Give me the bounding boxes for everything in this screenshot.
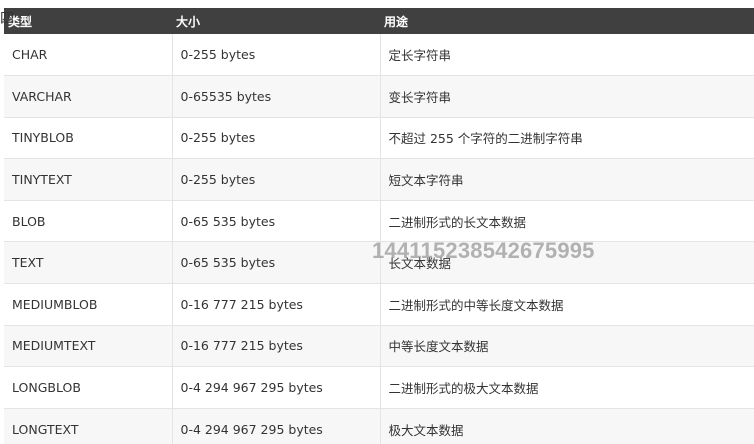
page: 四 类型 大小 用途 CHAR 0-255 bytes 定长字符串 VARCHA… — [0, 0, 754, 444]
table-row: MEDIUMTEXT 0-16 777 215 bytes 中等长度文本数据 — [4, 325, 754, 368]
usage-cell: 长文本数据 — [380, 241, 754, 285]
table-row: LONGTEXT 0-4 294 967 295 bytes 极大文本数据 — [4, 408, 754, 444]
table-header-row: 类型 大小 用途 — [4, 8, 754, 34]
table-row: LONGBLOB 0-4 294 967 295 bytes 二进制形式的极大文… — [4, 366, 754, 409]
usage-cell: 短文本字符串 — [380, 158, 754, 201]
size-cell: 0-65 535 bytes — [172, 200, 381, 243]
type-cell: MEDIUMTEXT — [4, 325, 173, 368]
size-cell: 0-255 bytes — [172, 117, 381, 160]
table-row: BLOB 0-65 535 bytes 二进制形式的长文本数据 — [4, 200, 754, 243]
table-row: TINYTEXT 0-255 bytes 短文本字符串 — [4, 158, 754, 201]
header-usage: 用途 — [384, 14, 409, 29]
size-cell: 0-65535 bytes — [172, 75, 381, 118]
usage-cell: 二进制形式的中等长度文本数据 — [380, 283, 754, 326]
header-type: 类型 — [8, 14, 33, 29]
size-cell: 0-65 535 bytes — [172, 241, 381, 285]
type-cell: TINYBLOB — [4, 117, 173, 160]
string-types-table: 类型 大小 用途 CHAR 0-255 bytes 定长字符串 VARCHAR … — [4, 8, 754, 444]
type-cell: TEXT — [4, 241, 173, 285]
type-cell: VARCHAR — [4, 75, 173, 118]
usage-cell: 中等长度文本数据 — [380, 325, 754, 368]
size-cell: 0-4 294 967 295 bytes — [172, 366, 381, 409]
type-cell: TINYTEXT — [4, 158, 173, 201]
stray-glyph: 四 — [0, 11, 14, 27]
usage-cell: 极大文本数据 — [380, 408, 754, 444]
table-row: MEDIUMBLOB 0-16 777 215 bytes 二进制形式的中等长度… — [4, 283, 754, 326]
size-cell: 0-255 bytes — [172, 34, 381, 77]
type-cell: LONGBLOB — [4, 366, 173, 409]
table-row: TEXT 0-65 535 bytes 长文本数据 — [4, 241, 754, 285]
type-cell: MEDIUMBLOB — [4, 283, 173, 326]
type-cell: BLOB — [4, 200, 173, 243]
size-cell: 0-16 777 215 bytes — [172, 283, 381, 326]
table-row: VARCHAR 0-65535 bytes 变长字符串 — [4, 75, 754, 118]
usage-cell: 二进制形式的长文本数据 — [380, 200, 754, 243]
table-row: CHAR 0-255 bytes 定长字符串 — [4, 34, 754, 77]
type-cell: CHAR — [4, 34, 173, 77]
header-size: 大小 — [176, 14, 201, 29]
usage-cell: 不超过 255 个字符的二进制字符串 — [380, 117, 754, 160]
usage-cell: 定长字符串 — [380, 34, 754, 77]
size-cell: 0-255 bytes — [172, 158, 381, 201]
size-cell: 0-16 777 215 bytes — [172, 325, 381, 368]
type-cell: LONGTEXT — [4, 408, 173, 444]
usage-cell: 二进制形式的极大文本数据 — [380, 366, 754, 409]
size-cell: 0-4 294 967 295 bytes — [172, 408, 381, 444]
usage-cell: 变长字符串 — [380, 75, 754, 118]
table-row: TINYBLOB 0-255 bytes 不超过 255 个字符的二进制字符串 — [4, 117, 754, 160]
